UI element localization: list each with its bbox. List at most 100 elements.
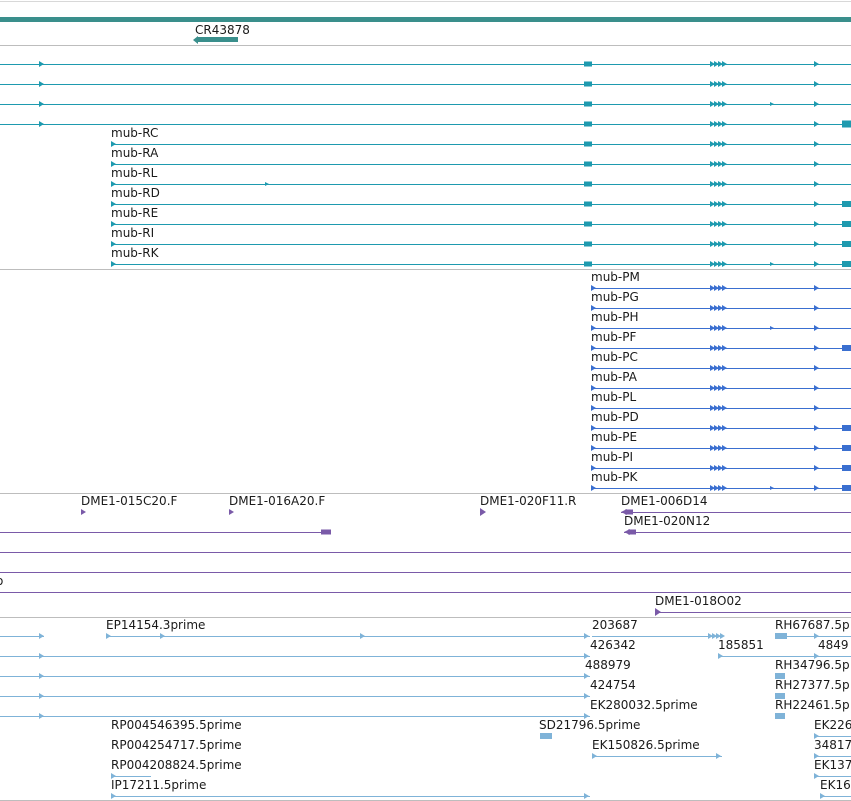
strand-arrow-icon	[39, 653, 44, 659]
strand-arrow-icon	[814, 141, 819, 147]
strand-arrow-icon	[722, 305, 727, 311]
strand-arrow-icon	[722, 181, 727, 187]
clone-block[interactable]	[321, 529, 331, 535]
strand-arrow-icon	[111, 241, 116, 247]
exon-block[interactable]	[584, 181, 592, 187]
exon-block[interactable]	[584, 61, 592, 67]
clone-marker-icon	[480, 508, 486, 516]
strand-arrow-icon	[591, 365, 596, 371]
strand-arrow-icon	[814, 445, 819, 451]
genome-browser-tracks: CR43878 mub-RC mub-RA mub-RL mub-RD mub-…	[0, 0, 851, 801]
strand-arrow-icon	[718, 653, 723, 659]
strand-arrow-icon	[722, 261, 727, 267]
est-block[interactable]	[775, 633, 787, 639]
strand-arrow-icon	[591, 305, 596, 311]
est-block[interactable]	[540, 733, 552, 739]
exon-block[interactable]	[842, 241, 851, 247]
exon-block[interactable]	[584, 161, 592, 167]
strand-arrow-icon	[814, 305, 819, 311]
strand-arrow-icon	[584, 633, 589, 639]
est-block[interactable]	[775, 673, 785, 679]
strand-arrow-icon	[591, 445, 596, 451]
est-block[interactable]	[775, 713, 785, 719]
strand-arrow-icon	[770, 102, 774, 106]
strand-arrow-icon	[111, 773, 116, 779]
exon-block[interactable]	[584, 121, 592, 127]
feature-glyphs[interactable]	[0, 0, 851, 801]
strand-arrow-icon	[591, 385, 596, 391]
exon-block[interactable]	[584, 101, 592, 107]
strand-arrow-icon	[39, 673, 44, 679]
strand-arrow-icon	[584, 693, 589, 699]
exon-block[interactable]	[842, 425, 851, 431]
strand-arrow-icon	[722, 445, 727, 451]
strand-arrow-icon	[770, 326, 774, 330]
strand-arrow-icon	[111, 161, 116, 167]
strand-arrow-icon	[814, 101, 819, 107]
strand-arrow-icon	[814, 81, 819, 87]
exon-block[interactable]	[584, 81, 592, 87]
strand-arrow-icon	[814, 405, 819, 411]
exon-block[interactable]	[842, 465, 851, 471]
strand-arrow-icon	[265, 182, 269, 186]
strand-arrow-icon	[591, 465, 596, 471]
strand-arrow-icon	[814, 465, 819, 471]
exon-block[interactable]	[842, 261, 851, 267]
exon-block[interactable]	[842, 445, 851, 451]
strand-arrow-icon	[722, 385, 727, 391]
strand-arrow-icon	[814, 365, 819, 371]
strand-arrow-icon	[814, 385, 819, 391]
strand-arrow-icon	[814, 633, 819, 639]
strand-arrow-icon	[722, 365, 727, 371]
strand-arrow-icon	[722, 325, 727, 331]
exon-block[interactable]	[842, 221, 851, 227]
strand-arrow-icon	[584, 653, 589, 659]
exon-block[interactable]	[842, 345, 851, 351]
strand-arrow-icon	[591, 325, 596, 331]
strand-arrow-icon	[722, 161, 727, 167]
clone-block[interactable]	[628, 529, 636, 535]
strand-arrow-icon	[591, 405, 596, 411]
exon-block[interactable]	[842, 120, 851, 128]
exon-block[interactable]	[842, 201, 851, 207]
strand-arrow-icon	[814, 653, 819, 659]
est-block[interactable]	[775, 693, 785, 699]
exon-block[interactable]	[584, 201, 592, 207]
strand-arrow-icon	[111, 141, 116, 147]
strand-arrow-icon	[722, 345, 727, 351]
strand-arrow-icon	[814, 61, 819, 67]
clone-marker-icon	[81, 509, 86, 515]
strand-arrow-icon	[591, 345, 596, 351]
strand-arrow-icon	[111, 261, 116, 267]
strand-arrow-icon	[814, 753, 819, 759]
exon-block[interactable]	[584, 261, 592, 267]
strand-arrow-icon	[722, 121, 727, 127]
strand-arrow-icon	[722, 101, 727, 107]
strand-arrow-icon	[814, 241, 819, 247]
strand-arrow-icon	[39, 633, 44, 639]
strand-arrow-icon	[584, 793, 589, 799]
strand-arrow-icon	[111, 181, 116, 187]
strand-arrow-icon	[722, 285, 727, 291]
exon-block[interactable]	[584, 141, 592, 147]
strand-arrow-icon	[106, 633, 111, 639]
strand-arrow-icon	[722, 485, 727, 491]
strand-arrow-icon	[584, 673, 589, 679]
clone-marker-icon	[229, 509, 234, 515]
strand-arrow-icon	[814, 485, 819, 491]
clone-block[interactable]	[625, 509, 633, 515]
strand-arrow-icon	[820, 793, 825, 799]
exon-block[interactable]	[584, 221, 592, 227]
strand-arrow-icon	[591, 425, 596, 431]
strand-arrow-icon	[814, 121, 819, 127]
strand-arrow-icon	[39, 713, 44, 719]
strand-arrow-icon	[591, 285, 596, 291]
strand-arrow-icon	[722, 221, 727, 227]
exon-block[interactable]	[842, 485, 851, 491]
strand-arrow-icon	[814, 181, 819, 187]
strand-arrow-icon	[111, 201, 116, 207]
strand-arrow-icon	[584, 713, 589, 719]
strand-arrow-icon	[591, 485, 596, 491]
strand-arrow-icon	[722, 61, 727, 67]
exon-block[interactable]	[584, 241, 592, 247]
